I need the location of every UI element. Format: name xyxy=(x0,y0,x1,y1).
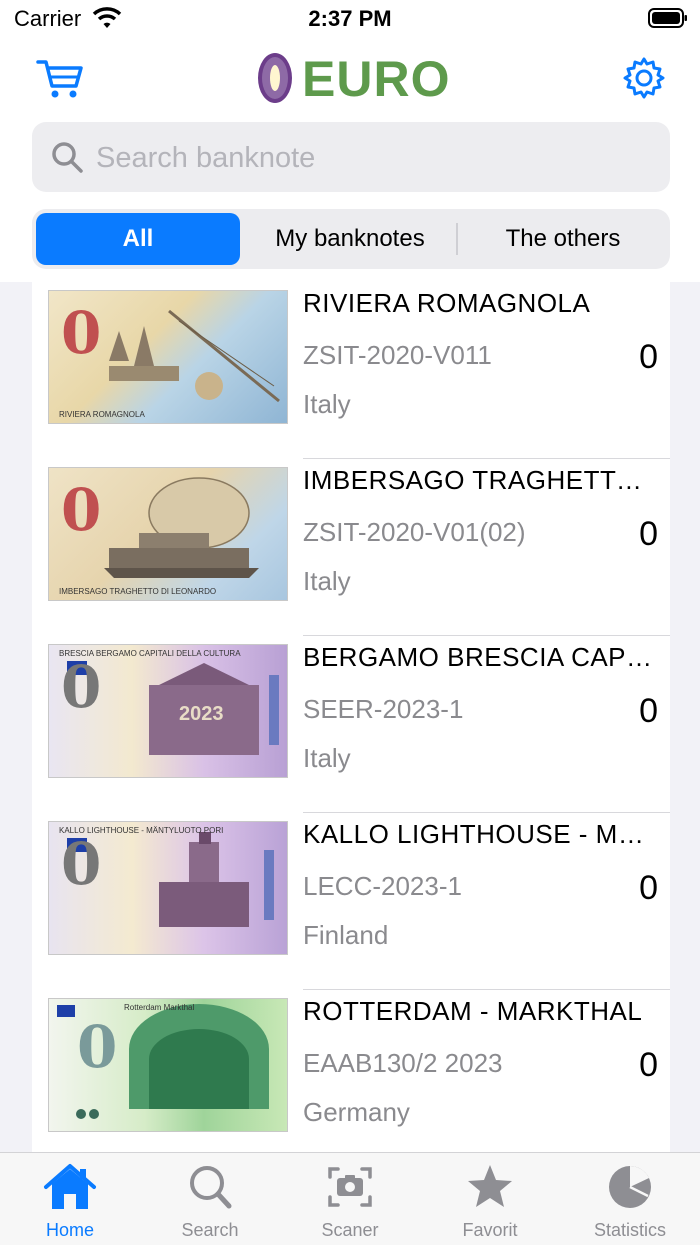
header: EURO xyxy=(0,48,700,110)
cart-icon[interactable] xyxy=(36,56,84,100)
banknote-count: 0 xyxy=(639,869,658,907)
clock: 2:37 PM xyxy=(308,6,392,31)
list-item[interactable]: 2023 0 BRESCIA BERGAMO CAPITALI DELLA CU… xyxy=(32,636,670,813)
segment-the-others[interactable]: The others xyxy=(460,213,666,265)
app-logo: EURO xyxy=(258,50,451,108)
banknote-name: ROTTERDAM - MARKTHAL xyxy=(303,996,643,1026)
banknote-code: ZSIT-2020-V011 xyxy=(303,340,492,370)
gear-icon[interactable] xyxy=(622,56,666,100)
filter-segmented-control: All My banknotes The others xyxy=(32,209,670,269)
zero-numeral: 0 xyxy=(61,299,102,367)
tab-search[interactable]: Search xyxy=(140,1153,280,1245)
banknote-code: ZSIT-2020-V01(02) xyxy=(303,517,526,547)
banknote-count: 0 xyxy=(639,1046,658,1084)
tab-label: Scaner xyxy=(321,1220,379,1240)
banknote-caption: KALLO LIGHTHOUSE - MÄNTYLUOTO PORI xyxy=(59,826,224,835)
zero-numeral: 0 xyxy=(61,830,102,898)
search-bar[interactable] xyxy=(32,122,670,194)
list-item[interactable]: 0 RIVIERA ROMAGNOLA RIVIERA ROMAGNOLA ZS… xyxy=(32,282,670,459)
banknote-country: Italy xyxy=(303,389,351,419)
banknote-image: 2023 0 BRESCIA BERGAMO CAPITALI DELLA CU… xyxy=(48,644,288,778)
banknote-list-container[interactable]: 0 RIVIERA ROMAGNOLA RIVIERA ROMAGNOLA ZS… xyxy=(0,282,700,1152)
tab-favorit[interactable]: Favorit xyxy=(420,1153,560,1245)
banknote-count: 0 xyxy=(639,692,658,730)
search-icon xyxy=(52,142,83,173)
svg-text:2023: 2023 xyxy=(179,703,224,725)
banknote-caption: RIVIERA ROMAGNOLA xyxy=(59,410,145,419)
logo-zero-mark xyxy=(258,53,292,103)
zero-numeral: 0 xyxy=(61,653,102,721)
banknote-name: KALLO LIGHTHOUSE - M… xyxy=(303,819,645,849)
banknote-name: RIVIERA ROMAGNOLA xyxy=(303,288,591,318)
banknote-caption: Rotterdam Markthal xyxy=(124,1003,195,1012)
segment-divider xyxy=(456,223,458,255)
banknote-country: Italy xyxy=(303,566,351,596)
banknote-code: SEER-2023-1 xyxy=(303,694,464,724)
segment-my-banknotes[interactable]: My banknotes xyxy=(244,213,456,265)
banknote-code: EAAB130/2 2023 xyxy=(303,1048,503,1078)
tab-statistics[interactable]: Statistics xyxy=(560,1153,700,1245)
tab-label: Favorit xyxy=(462,1220,518,1240)
banknote-country: Germany xyxy=(303,1097,410,1127)
tab-label: Statistics xyxy=(593,1220,667,1240)
banknote-image: 0 IMBERSAGO TRAGHETTO DI LEONARDO xyxy=(48,467,288,601)
banknote-country: Finland xyxy=(303,920,389,950)
tab-home[interactable]: Home xyxy=(0,1153,140,1245)
star-icon xyxy=(468,1165,512,1207)
banknote-name: BERGAMO BRESCIA CAPI… xyxy=(303,642,658,672)
banknote-count: 0 xyxy=(639,338,658,376)
list-item[interactable]: 0 Rotterdam Markthal ROTTERDAM - MARKTHA… xyxy=(32,990,670,1152)
camera-scan-icon xyxy=(328,1167,372,1207)
banknote-code: LECC-2023-1 xyxy=(303,871,462,901)
status-bar: Carrier 2:37 PM xyxy=(0,0,700,40)
banknote-list: 0 RIVIERA ROMAGNOLA RIVIERA ROMAGNOLA ZS… xyxy=(32,282,670,1152)
zero-numeral: 0 xyxy=(77,1013,118,1081)
banknote-image: 0 KALLO LIGHTHOUSE - MÄNTYLUOTO PORI xyxy=(48,821,288,955)
tab-label: Home xyxy=(45,1220,94,1240)
pie-chart-icon xyxy=(609,1166,651,1208)
logo-text: EURO xyxy=(302,51,451,107)
search-input[interactable] xyxy=(94,122,658,194)
battery-icon xyxy=(648,8,687,28)
list-item[interactable]: 0 KALLO LIGHTHOUSE - MÄNTYLUOTO PORI KAL… xyxy=(32,813,670,990)
banknote-country: Italy xyxy=(303,743,351,773)
segment-all[interactable]: All xyxy=(36,213,240,265)
banknote-image: 0 Rotterdam Markthal xyxy=(48,998,288,1132)
banknote-image: 0 RIVIERA ROMAGNOLA xyxy=(48,290,288,424)
tab-bar: Home Search Scaner Favorit Statistics xyxy=(0,1152,700,1245)
banknote-caption: IMBERSAGO TRAGHETTO DI LEONARDO xyxy=(59,587,217,596)
search-icon xyxy=(190,1166,232,1209)
tab-scaner[interactable]: Scaner xyxy=(280,1153,420,1245)
tab-label: Search xyxy=(181,1220,239,1240)
list-item[interactable]: 0 IMBERSAGO TRAGHETTO DI LEONARDO IMBERS… xyxy=(32,459,670,636)
zero-numeral: 0 xyxy=(61,476,102,544)
banknote-caption: BRESCIA BERGAMO CAPITALI DELLA CULTURA xyxy=(59,649,241,658)
banknote-count: 0 xyxy=(639,515,658,553)
home-icon xyxy=(44,1164,96,1209)
banknote-name: IMBERSAGO TRAGHETTO… xyxy=(303,465,658,495)
